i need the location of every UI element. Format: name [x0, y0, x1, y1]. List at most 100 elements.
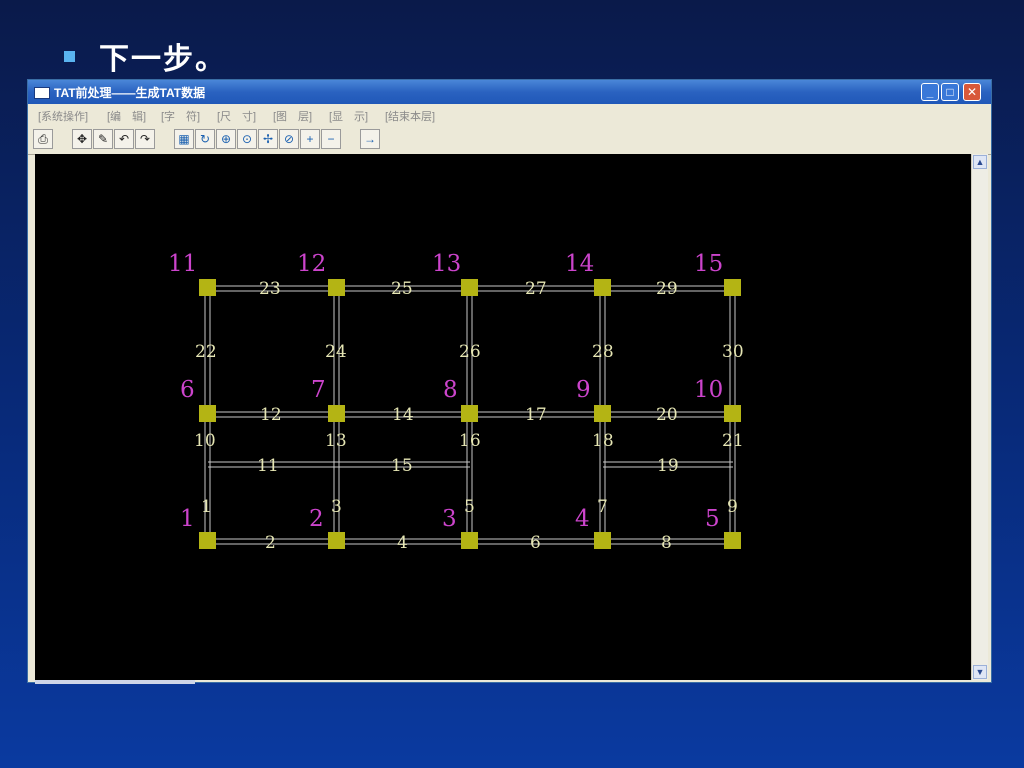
undo-icon[interactable]: ↶ — [114, 129, 134, 149]
menu-dimension[interactable]: [尺 寸] — [217, 108, 256, 124]
menu-layer[interactable]: [图 层] — [273, 108, 312, 124]
node-label: 5 — [705, 506, 720, 532]
member-label: 26 — [459, 342, 481, 362]
node-3[interactable] — [461, 532, 478, 549]
slide-heading: 下一步。 — [64, 34, 227, 78]
node-label: 4 — [575, 506, 590, 532]
member-label: 27 — [525, 279, 547, 299]
member-label: 7 — [597, 497, 608, 517]
heading-text: 下一步。 — [99, 43, 227, 76]
zoom-in-icon[interactable]: + — [300, 129, 320, 149]
node-label: 10 — [694, 377, 723, 403]
node-label: 7 — [311, 377, 326, 403]
member-label: 11 — [257, 456, 279, 476]
minimize-button[interactable]: _ — [921, 83, 939, 101]
node-12[interactable] — [328, 279, 345, 296]
node-6[interactable] — [199, 405, 216, 422]
next-arrow-icon[interactable]: → — [360, 129, 380, 149]
app-window: TAT前处理——生成TAT数据 _ □ ✕ [系统操作] [编 辑] [字 符]… — [27, 79, 992, 684]
member-label: 2 — [265, 533, 276, 553]
menu-edit[interactable]: [编 辑] — [107, 108, 146, 124]
menu-bar: [系统操作] [编 辑] [字 符] [尺 寸] [图 层] [显 示] [结束… — [28, 104, 991, 127]
node-label: 15 — [694, 251, 723, 277]
node-label: 2 — [309, 506, 324, 532]
refresh-icon[interactable]: ↻ — [195, 129, 215, 149]
move-icon[interactable]: ✥ — [72, 129, 92, 149]
node-label: 12 — [297, 251, 326, 277]
node-labels: 11 12 13 14 15 6 7 8 9 10 1 2 3 4 5 — [168, 251, 723, 532]
member-label: 12 — [260, 405, 282, 425]
bullet-icon — [64, 50, 75, 62]
node-13[interactable] — [461, 279, 478, 296]
structure-diagram: 11 12 13 14 15 6 7 8 9 10 1 2 3 4 5 23 2… — [168, 251, 744, 553]
member-label: 16 — [459, 431, 481, 451]
member-label: 30 — [722, 342, 744, 362]
node-label: 8 — [443, 377, 458, 403]
node-9[interactable] — [594, 405, 611, 422]
window-title: TAT前处理——生成TAT数据 — [54, 86, 206, 100]
member-label: 9 — [727, 497, 738, 517]
redo-icon[interactable]: ↷ — [135, 129, 155, 149]
node-label: 3 — [442, 506, 457, 532]
member-label: 10 — [194, 431, 216, 451]
node-14[interactable] — [594, 279, 611, 296]
member-label: 29 — [656, 279, 678, 299]
member-label: 6 — [530, 533, 541, 553]
edit-icon[interactable]: ✎ — [93, 129, 113, 149]
zoom-out-icon[interactable]: − — [321, 129, 341, 149]
member-label: 23 — [259, 279, 281, 299]
maximize-button[interactable]: □ — [941, 83, 959, 101]
title-bar[interactable]: TAT前处理——生成TAT数据 _ □ ✕ — [28, 80, 991, 104]
node-label: 11 — [168, 251, 197, 277]
member-label: 5 — [464, 497, 475, 517]
node-label: 13 — [432, 251, 461, 277]
node-1[interactable] — [199, 532, 216, 549]
node-label: 1 — [180, 506, 195, 532]
toolbar: ⎙ ✥ ✎ ↶ ↷ ▦ ↻ ⊕ ⊙ ✢ ⊘ + − → — [28, 126, 991, 155]
drawing-canvas[interactable]: 11 12 13 14 15 6 7 8 9 10 1 2 3 4 5 23 2… — [35, 154, 971, 680]
member-label: 15 — [391, 456, 413, 476]
node-5[interactable] — [724, 532, 741, 549]
member-label: 25 — [391, 279, 413, 299]
zoom-dynamic-icon[interactable]: ⊙ — [237, 129, 257, 149]
member-label: 22 — [195, 342, 217, 362]
menu-display[interactable]: [显 示] — [329, 108, 368, 124]
node-label: 14 — [565, 251, 594, 277]
node-15[interactable] — [724, 279, 741, 296]
zoom-window-icon[interactable]: ⊕ — [216, 129, 236, 149]
menu-end-layer[interactable]: [结束本层] — [385, 108, 435, 124]
member-label: 18 — [592, 431, 614, 451]
member-label: 17 — [525, 405, 547, 425]
zoom-fit-icon[interactable]: ▦ — [174, 129, 194, 149]
close-button[interactable]: ✕ — [963, 83, 981, 101]
window-icon — [34, 87, 50, 99]
horizontal-scrollbar[interactable] — [35, 680, 195, 684]
member-label: 1 — [201, 497, 212, 517]
print-icon[interactable]: ⎙ — [33, 129, 53, 149]
node-10[interactable] — [724, 405, 741, 422]
member-label: 13 — [325, 431, 347, 451]
node-label: 9 — [576, 377, 591, 403]
node-label: 6 — [180, 377, 195, 403]
scroll-up-icon[interactable]: ▲ — [973, 155, 987, 169]
member-label: 3 — [331, 497, 342, 517]
member-label: 8 — [661, 533, 672, 553]
menu-character[interactable]: [字 符] — [161, 108, 200, 124]
vertical-scrollbar[interactable]: ▲ ▼ — [971, 154, 988, 680]
node-4[interactable] — [594, 532, 611, 549]
zoom-previous-icon[interactable]: ⊘ — [279, 129, 299, 149]
member-label: 14 — [392, 405, 414, 425]
node-8[interactable] — [461, 405, 478, 422]
node-7[interactable] — [328, 405, 345, 422]
pan-icon[interactable]: ✢ — [258, 129, 278, 149]
member-label: 28 — [592, 342, 614, 362]
member-label: 4 — [397, 533, 408, 553]
member-label: 24 — [325, 342, 347, 362]
menu-system[interactable]: [系统操作] — [38, 108, 88, 124]
node-2[interactable] — [328, 532, 345, 549]
member-label: 20 — [656, 405, 678, 425]
member-label: 19 — [657, 456, 679, 476]
node-11[interactable] — [199, 279, 216, 296]
scroll-down-icon[interactable]: ▼ — [973, 665, 987, 679]
member-label: 21 — [722, 431, 744, 451]
